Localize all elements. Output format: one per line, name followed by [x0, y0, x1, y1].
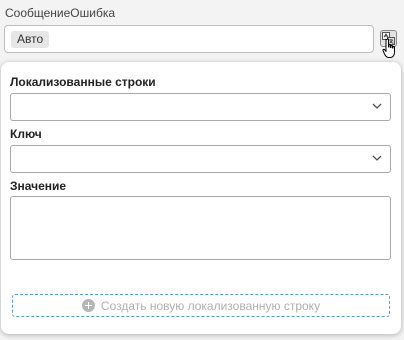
chevron-down-icon — [372, 155, 382, 161]
key-select[interactable] — [10, 145, 391, 173]
create-localized-string-button[interactable]: Создать новую локализованную строку — [12, 294, 390, 317]
localization-popup: Локализованные строки Ключ Значение Созд… — [1, 62, 401, 334]
localized-strings-label: Локализованные строки — [10, 75, 156, 89]
plus-circle-icon — [81, 299, 95, 312]
auto-value-chip: Авто — [11, 31, 50, 48]
value-label: Значение — [10, 179, 67, 193]
create-button-label: Создать новую локализованную строку — [100, 298, 321, 313]
key-label: Ключ — [10, 127, 42, 141]
localize-icon — [382, 32, 395, 45]
value-textarea[interactable] — [10, 196, 391, 260]
localized-strings-select[interactable] — [10, 93, 391, 121]
message-value-field[interactable]: Авто — [4, 25, 374, 53]
localize-button[interactable] — [380, 30, 397, 47]
field-title: СообщениеОшибка — [5, 6, 116, 20]
chevron-down-icon — [372, 103, 382, 109]
